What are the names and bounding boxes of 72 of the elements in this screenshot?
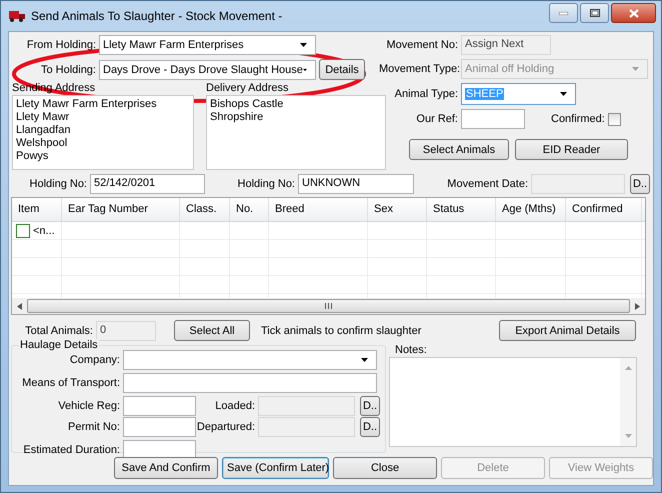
input-field[interactable] bbox=[123, 373, 377, 393]
horizontal-scrollbar[interactable] bbox=[12, 298, 645, 314]
table-cell: <n... bbox=[33, 224, 55, 236]
group-title: Haulage Details bbox=[19, 339, 99, 352]
address-line: Llety Mawr bbox=[16, 111, 70, 124]
field-label: Movement No: bbox=[385, 39, 459, 51]
checkbox[interactable] bbox=[608, 112, 621, 126]
address-line: Powys bbox=[16, 150, 50, 163]
column-header[interactable]: Confirmed bbox=[566, 198, 642, 221]
checkbox[interactable] bbox=[16, 224, 30, 238]
date-button[interactable]: D.. bbox=[360, 417, 380, 437]
field-label: Vehicle Reg: bbox=[57, 400, 121, 412]
select-all-button[interactable]: Select All bbox=[174, 320, 250, 341]
field-label: Confirmed: bbox=[551, 113, 606, 125]
dropdown-arrow-icon bbox=[560, 92, 567, 96]
column-header[interactable]: Breed bbox=[269, 198, 368, 221]
grip-icon bbox=[325, 303, 332, 309]
address-line: Shropshire bbox=[210, 111, 264, 124]
field-label: Total Animals: bbox=[24, 324, 94, 336]
vertical-scrollbar[interactable] bbox=[620, 358, 636, 446]
column-header[interactable]: Sex bbox=[368, 198, 427, 221]
field-label: Notes: bbox=[395, 343, 428, 357]
input-field[interactable]: UNKNOWN bbox=[298, 174, 414, 194]
field-label: Holding No: bbox=[236, 178, 296, 190]
field-label: Company: bbox=[68, 354, 121, 366]
close-icon bbox=[628, 8, 638, 18]
export-button[interactable]: Export Animal Details bbox=[499, 320, 636, 341]
input-field[interactable]: 52/142/0201 bbox=[90, 174, 205, 194]
scroll-right-icon bbox=[635, 302, 640, 310]
maximize-icon bbox=[590, 9, 600, 17]
dropdown-arrow-icon bbox=[361, 358, 368, 362]
column-header[interactable]: Class. bbox=[180, 198, 230, 221]
field-label: Movement Date: bbox=[446, 178, 529, 190]
field-label: Movement Type: bbox=[379, 63, 461, 75]
field-label: Estimated Duration: bbox=[22, 444, 121, 456]
button[interactable]: EID Reader bbox=[515, 139, 628, 160]
field-label: Loaded: bbox=[214, 400, 256, 412]
input-field[interactable] bbox=[123, 396, 196, 416]
column-header[interactable]: No. bbox=[230, 198, 269, 221]
notes-field[interactable] bbox=[389, 357, 637, 447]
scroll-down-icon bbox=[624, 434, 632, 438]
dropdown-arrow-icon bbox=[632, 67, 639, 71]
date-button[interactable]: D.. bbox=[630, 174, 650, 194]
input-field[interactable] bbox=[123, 417, 196, 437]
button[interactable]: Close bbox=[333, 457, 437, 479]
column-header[interactable]: Item bbox=[12, 198, 62, 221]
scroll-left-icon bbox=[17, 302, 22, 310]
window-title: Send Animals To Slaughter - Stock Movement - bbox=[31, 9, 282, 23]
truck-icon bbox=[9, 10, 25, 22]
scroll-thumb[interactable] bbox=[27, 299, 630, 313]
field-label: Permit No: bbox=[67, 421, 121, 433]
field-label: Animal Type: bbox=[394, 88, 459, 100]
minimize-button[interactable] bbox=[549, 3, 578, 23]
close-button[interactable] bbox=[611, 3, 656, 23]
field-label: Holding No: bbox=[28, 178, 88, 190]
address-line: Llangadfan bbox=[16, 124, 72, 137]
minimize-icon bbox=[559, 12, 568, 14]
field-label: Departured: bbox=[196, 421, 256, 433]
dropdown-field[interactable] bbox=[123, 350, 377, 370]
maximize-button[interactable] bbox=[580, 3, 609, 23]
hint-text: Tick animals to confirm slaughter bbox=[261, 324, 422, 336]
column-header[interactable]: Age (Mths) bbox=[496, 198, 566, 221]
date-button[interactable]: D.. bbox=[360, 396, 380, 416]
scroll-up-icon bbox=[624, 366, 632, 370]
address-line: Welshpool bbox=[16, 137, 68, 150]
field-label: Our Ref: bbox=[415, 113, 459, 125]
column-header[interactable]: Ear Tag Number bbox=[62, 198, 180, 221]
field-label: Means of Transport: bbox=[21, 377, 121, 389]
input-field[interactable] bbox=[461, 109, 525, 129]
button[interactable]: Select Animals bbox=[409, 139, 509, 160]
button[interactable]: Save And Confirm bbox=[114, 457, 218, 479]
column-header[interactable]: Status bbox=[427, 198, 496, 221]
